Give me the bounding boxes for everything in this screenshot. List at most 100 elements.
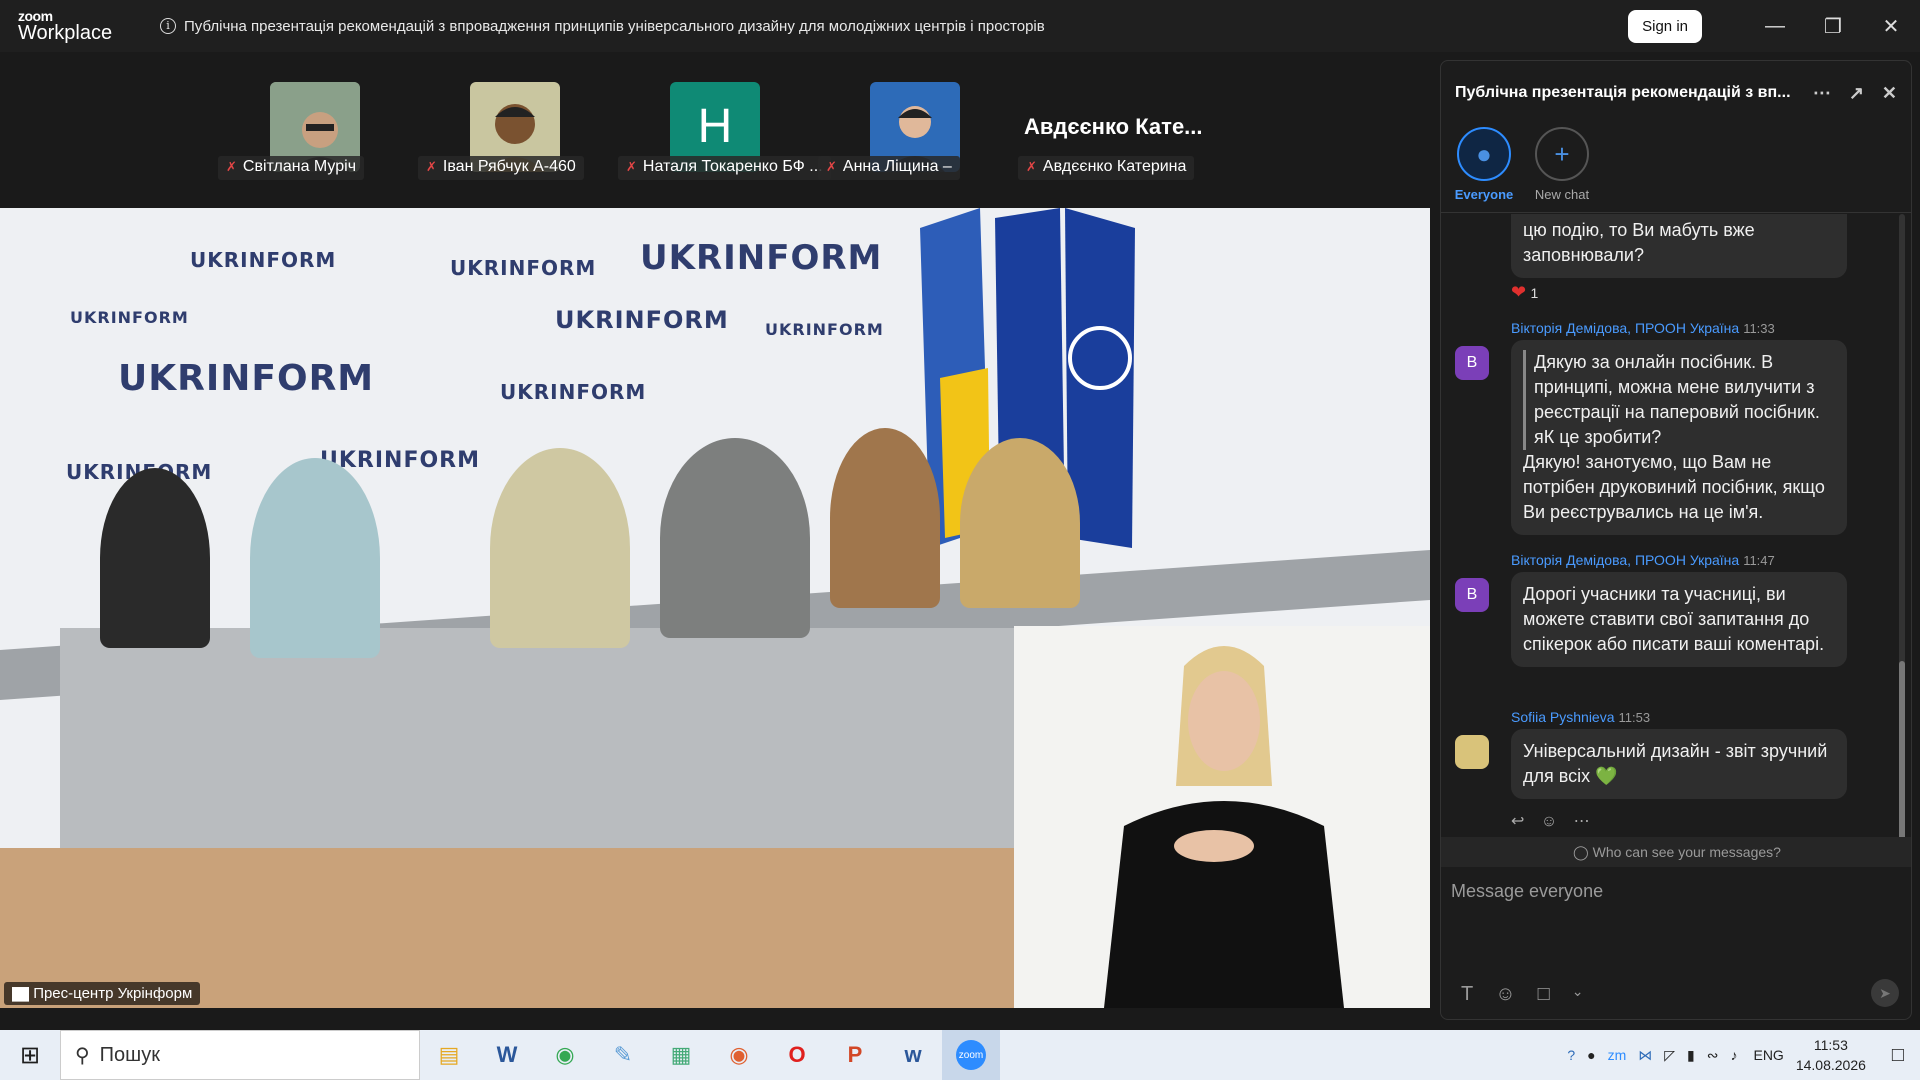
screenshot-icon[interactable]: □ bbox=[1538, 983, 1550, 1006]
backdrop-logo: UKRINFORM bbox=[640, 238, 883, 278]
windows-start-icon[interactable]: ⊞ bbox=[0, 1041, 60, 1070]
quoted-message: Дякую за онлайн посібник. В принципі, мо… bbox=[1523, 350, 1835, 450]
microphone-icon[interactable]: ● bbox=[1587, 1047, 1595, 1063]
minimize-icon[interactable]: — bbox=[1746, 15, 1804, 38]
tab-everyone[interactable]: ● Everyone bbox=[1449, 125, 1519, 212]
chat-scrollbar-thumb[interactable] bbox=[1899, 661, 1905, 841]
help-icon[interactable]: ? bbox=[1567, 1047, 1575, 1063]
composer-toolbar: T ☺ □ ⌄ bbox=[1461, 983, 1583, 1006]
participant-name-tag: ✗ Наталя Токаренко БФ ... bbox=[618, 156, 831, 180]
backdrop-logo: UKRINFORM bbox=[555, 306, 729, 334]
pop-out-icon[interactable]: ↗ bbox=[1849, 83, 1864, 104]
reaction[interactable]: ❤ 1 bbox=[1453, 282, 1901, 303]
mic-muted-icon: ✗ bbox=[226, 159, 237, 174]
speaker bbox=[960, 438, 1080, 608]
chevron-down-icon[interactable]: ⌄ bbox=[1572, 983, 1584, 1006]
word-icon[interactable]: W bbox=[478, 1030, 536, 1080]
more-actions-icon[interactable]: ⋯ bbox=[1574, 813, 1590, 830]
video-source-label: ██ Прес-центр Укрінформ bbox=[4, 982, 201, 1005]
sender-avatar[interactable] bbox=[1455, 735, 1489, 769]
message-bubble: цю подію, то Ви мабуть вже заповнювали? bbox=[1511, 214, 1847, 278]
message-bubble: Універсальний дизайн - звіт зручний для … bbox=[1511, 729, 1847, 799]
speaker bbox=[250, 458, 380, 658]
participant-name-tag: ✗ Іван Рябчук A-460 bbox=[418, 156, 584, 180]
zoom-icon[interactable]: zoom bbox=[942, 1030, 1000, 1080]
powerpoint-icon[interactable]: P bbox=[826, 1030, 884, 1080]
eye-app-icon[interactable]: ◉ bbox=[710, 1030, 768, 1080]
title-bar: zoom Workplace i Публічна презентація ре… bbox=[0, 0, 1920, 52]
reply-icon[interactable]: ↩ bbox=[1511, 813, 1524, 830]
participant-name-tag: ✗ Авдєєнко Катерина bbox=[1018, 156, 1195, 180]
sign-in-button[interactable]: Sign in bbox=[1628, 9, 1702, 43]
backdrop-logo: UKRINFORM bbox=[118, 358, 375, 399]
shield-icon[interactable]: ◸ bbox=[1664, 1047, 1675, 1064]
message-sender: Вікторія Демідова, ПРООН Україна 11:47 bbox=[1511, 552, 1775, 568]
chat-title: Публічна презентація рекомендацій з вп..… bbox=[1455, 84, 1791, 101]
tab-new-chat[interactable]: + New chat bbox=[1527, 125, 1597, 212]
paint-icon[interactable]: ✎ bbox=[594, 1030, 652, 1080]
mic-muted-icon: ✗ bbox=[626, 159, 637, 174]
opera-icon[interactable]: O bbox=[768, 1030, 826, 1080]
info-icon[interactable]: i bbox=[160, 18, 176, 34]
participant-name-tag: ✗ Анна Ліщина – bbox=[818, 156, 960, 180]
more-options-icon[interactable]: ⋯ bbox=[1813, 83, 1831, 104]
sender-avatar[interactable]: В bbox=[1455, 578, 1489, 612]
windows-taskbar: ⊞ ⚲ Пошук ▤ W ◉ ✎ ▦ ◉ O P w zoom ? ● zm … bbox=[0, 1030, 1920, 1080]
heart-icon: ❤ bbox=[1511, 282, 1527, 302]
mic-muted-icon: ✗ bbox=[426, 159, 437, 174]
search-icon: ⚲ bbox=[75, 1044, 90, 1067]
chat-message: Sofiia Pyshnieva 11:53 Універсальний диза… bbox=[1453, 709, 1901, 799]
close-chat-icon[interactable]: ✕ bbox=[1882, 83, 1897, 104]
speaker bbox=[660, 438, 810, 638]
backdrop-logo: UKRINFORM bbox=[765, 320, 884, 339]
speaker bbox=[830, 428, 940, 608]
main-video[interactable]: UKRINFORM UKRINFORM UKRINFORM UKRINFORM … bbox=[0, 208, 1430, 1008]
message-sender: Вікторія Демідова, ПРООН Україна 11:33 bbox=[1511, 320, 1775, 336]
system-tray: ? ● zm ⋈ ◸ ▮ ∾ ♪ ENG 11:53 14.08.2026 □ bbox=[1561, 1035, 1920, 1075]
chat-tabs: ● Everyone + New chat bbox=[1441, 125, 1911, 213]
backdrop-logo: UKRINFORM bbox=[450, 256, 597, 280]
chat-message: Вікторія Демідова, ПРООН Україна 11:33 В … bbox=[1453, 320, 1901, 535]
message-composer[interactable]: Message everyone T ☺ □ ⌄ ➤ bbox=[1441, 867, 1911, 1019]
notifications-icon[interactable]: □ bbox=[1892, 1044, 1904, 1067]
close-icon[interactable]: ✕ bbox=[1862, 14, 1920, 39]
participant-name-header[interactable]: Авдєєнко Кате... bbox=[1024, 114, 1203, 140]
message-list: цю подію, то Ви мабуть вже заповнювали? … bbox=[1441, 214, 1901, 838]
sign-language-interpreter bbox=[1014, 626, 1430, 1008]
file-explorer-icon[interactable]: ▤ bbox=[420, 1030, 478, 1080]
participant-gallery: ✗ Світлана Муріч ✗ Іван Рябчук A-460 H ✗ На… bbox=[0, 52, 1430, 208]
emoji-icon[interactable]: ☺ bbox=[1495, 983, 1515, 1006]
sender-avatar[interactable]: В bbox=[1455, 346, 1489, 380]
language-indicator[interactable]: ENG bbox=[1753, 1047, 1783, 1063]
message-bubble: Дякую за онлайн посібник. В принципі, мо… bbox=[1511, 340, 1847, 535]
bluetooth-icon[interactable]: ⋈ bbox=[1638, 1047, 1652, 1064]
zoom-logo: zoom Workplace bbox=[18, 8, 113, 44]
backdrop-logo: UKRINFORM bbox=[190, 248, 337, 272]
chat-header: Публічна презентація рекомендацій з вп..… bbox=[1441, 61, 1911, 125]
send-button[interactable]: ➤ bbox=[1871, 979, 1899, 1007]
backdrop-logo: UKRINFORM bbox=[70, 308, 189, 327]
participant-name-tag: ✗ Світлана Муріч bbox=[218, 156, 365, 180]
people-icon: ● bbox=[1457, 127, 1511, 181]
message-bubble: Дорогі учасники та учасниці, ви можете с… bbox=[1511, 572, 1847, 667]
chrome-icon[interactable]: ◉ bbox=[536, 1030, 594, 1080]
taskbar-search[interactable]: ⚲ Пошук bbox=[60, 1030, 420, 1080]
battery-icon[interactable]: ▮ bbox=[1687, 1047, 1695, 1064]
word-icon[interactable]: w bbox=[884, 1030, 942, 1080]
meeting-title-text: Публічна презентація рекомендацій з впро… bbox=[184, 17, 1045, 35]
volume-icon[interactable]: ♪ bbox=[1730, 1047, 1737, 1063]
restore-icon[interactable]: ❐ bbox=[1804, 14, 1862, 39]
mic-muted-icon: ✗ bbox=[1026, 159, 1037, 174]
wifi-icon[interactable]: ∾ bbox=[1707, 1047, 1719, 1064]
who-can-see-link[interactable]: ◯ Who can see your messages? bbox=[1441, 837, 1911, 867]
backdrop-logo: UKRINFORM bbox=[500, 380, 647, 404]
message-input[interactable]: Message everyone bbox=[1451, 881, 1603, 902]
clock[interactable]: 11:53 14.08.2026 bbox=[1796, 1035, 1866, 1075]
message-actions: ↩ ☺ ⋯ bbox=[1453, 811, 1901, 831]
zoom-tray-icon[interactable]: zm bbox=[1608, 1047, 1627, 1063]
emoji-reaction-icon[interactable]: ☺ bbox=[1541, 813, 1557, 830]
format-text-icon[interactable]: T bbox=[1461, 983, 1473, 1006]
chat-message: цю подію, то Ви мабуть вже заповнювали? bbox=[1453, 214, 1901, 278]
calculator-icon[interactable]: ▦ bbox=[652, 1030, 710, 1080]
chat-panel: Публічна презентація рекомендацій з вп..… bbox=[1440, 60, 1912, 1020]
